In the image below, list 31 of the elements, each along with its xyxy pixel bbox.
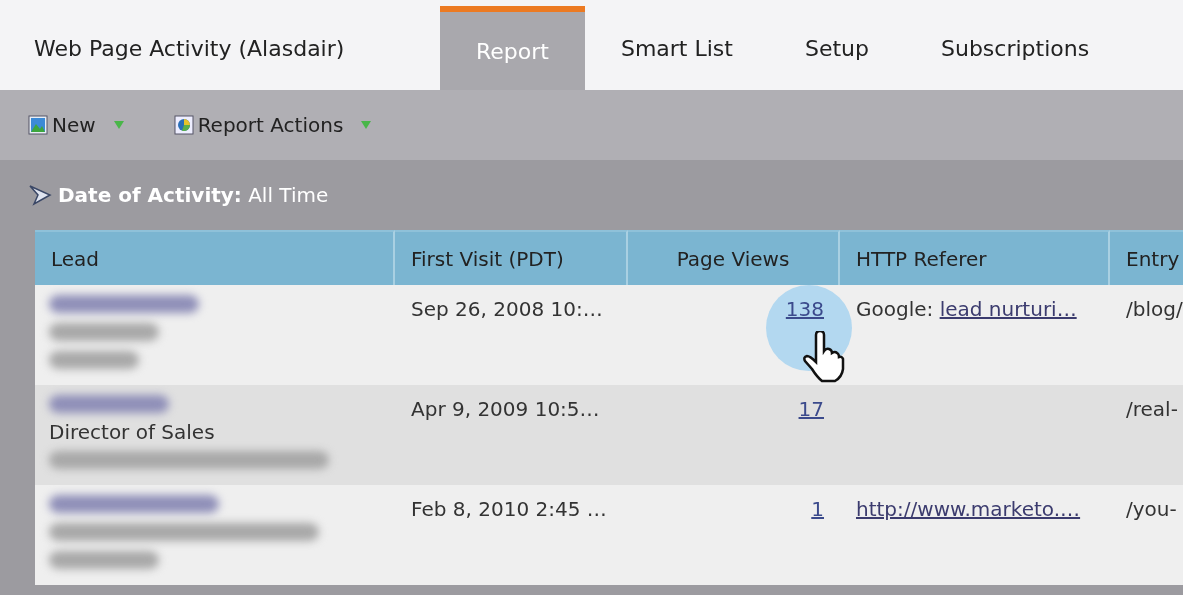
- page-views-link[interactable]: 138: [785, 297, 824, 321]
- table-cell-text: /you-: [1125, 496, 1178, 523]
- caret-icon: [361, 121, 372, 129]
- tab[interactable]: Setup: [768, 0, 905, 90]
- toolbar-button[interactable]: Report Actions: [173, 113, 372, 137]
- table-cell-text: /real-: [1125, 396, 1179, 423]
- hand-cursor-icon: [802, 331, 846, 383]
- image-icon: [28, 115, 48, 135]
- column-header[interactable]: Lead: [35, 230, 395, 285]
- filter-label: Date of Activity: All Time: [58, 183, 329, 207]
- page-views-link[interactable]: 17: [798, 397, 824, 421]
- lead-title: Director of Sales: [49, 423, 216, 441]
- tab[interactable]: Subscriptions: [905, 0, 1126, 90]
- table-cell-text: /blog/: [1125, 296, 1183, 323]
- table-cell-text: Sep 26, 2008 10:…: [410, 296, 604, 323]
- referer-link[interactable]: http://www.marketo.…: [856, 497, 1081, 521]
- page-views-link[interactable]: 1: [811, 497, 824, 521]
- caret-icon: [113, 121, 124, 129]
- report-title: Web Page Activity (Alasdair): [33, 34, 346, 63]
- pie-chart-icon: [173, 115, 194, 135]
- filter-icon: [28, 184, 52, 206]
- toolbar-button[interactable]: New: [28, 113, 124, 137]
- tab[interactable]: Smart List: [584, 0, 769, 90]
- column-header[interactable]: Page Views: [628, 230, 840, 285]
- column-header[interactable]: First Visit (PDT): [395, 230, 628, 285]
- column-header[interactable]: Entry: [1110, 230, 1183, 285]
- table-cell-text: Apr 9, 2009 10:5…: [410, 396, 601, 423]
- referer-link[interactable]: lead nurturi…: [939, 297, 1077, 321]
- referer-text: Google: lead nurturi…: [855, 296, 1078, 323]
- column-header[interactable]: HTTP Referer: [840, 230, 1110, 285]
- table-cell-text: Feb 8, 2010 2:45 …: [410, 496, 608, 523]
